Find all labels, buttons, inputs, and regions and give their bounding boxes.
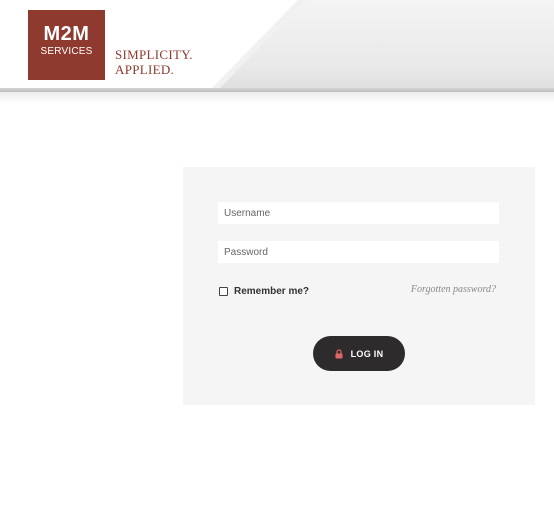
tagline-line-1: SIMPLICITY. (115, 47, 193, 62)
username-input[interactable] (218, 202, 499, 224)
lock-icon (335, 348, 343, 359)
logo[interactable]: M2M SERVICES (28, 10, 105, 80)
login-button-label: LOG IN (350, 348, 384, 359)
tagline-line-2: APPLIED. (115, 62, 175, 77)
tagline: SIMPLICITY. APPLIED. (115, 47, 193, 77)
remember-me-label: Remember me? (234, 285, 310, 297)
site-header: M2M SERVICES SIMPLICITY. APPLIED. (0, 0, 554, 96)
login-button[interactable]: LOG IN (313, 336, 405, 371)
login-panel: Remember me? Forgotten password? LOG IN (183, 167, 535, 405)
header-shadow (0, 92, 554, 104)
remember-me[interactable]: Remember me? (219, 284, 309, 298)
password-input[interactable] (218, 241, 499, 263)
remember-me-checkbox[interactable] (219, 286, 228, 296)
forgot-password-link[interactable]: Forgotten password? (411, 284, 496, 295)
logo-sub-text: SERVICES (40, 46, 93, 57)
logo-main-text: M2M (43, 23, 90, 45)
